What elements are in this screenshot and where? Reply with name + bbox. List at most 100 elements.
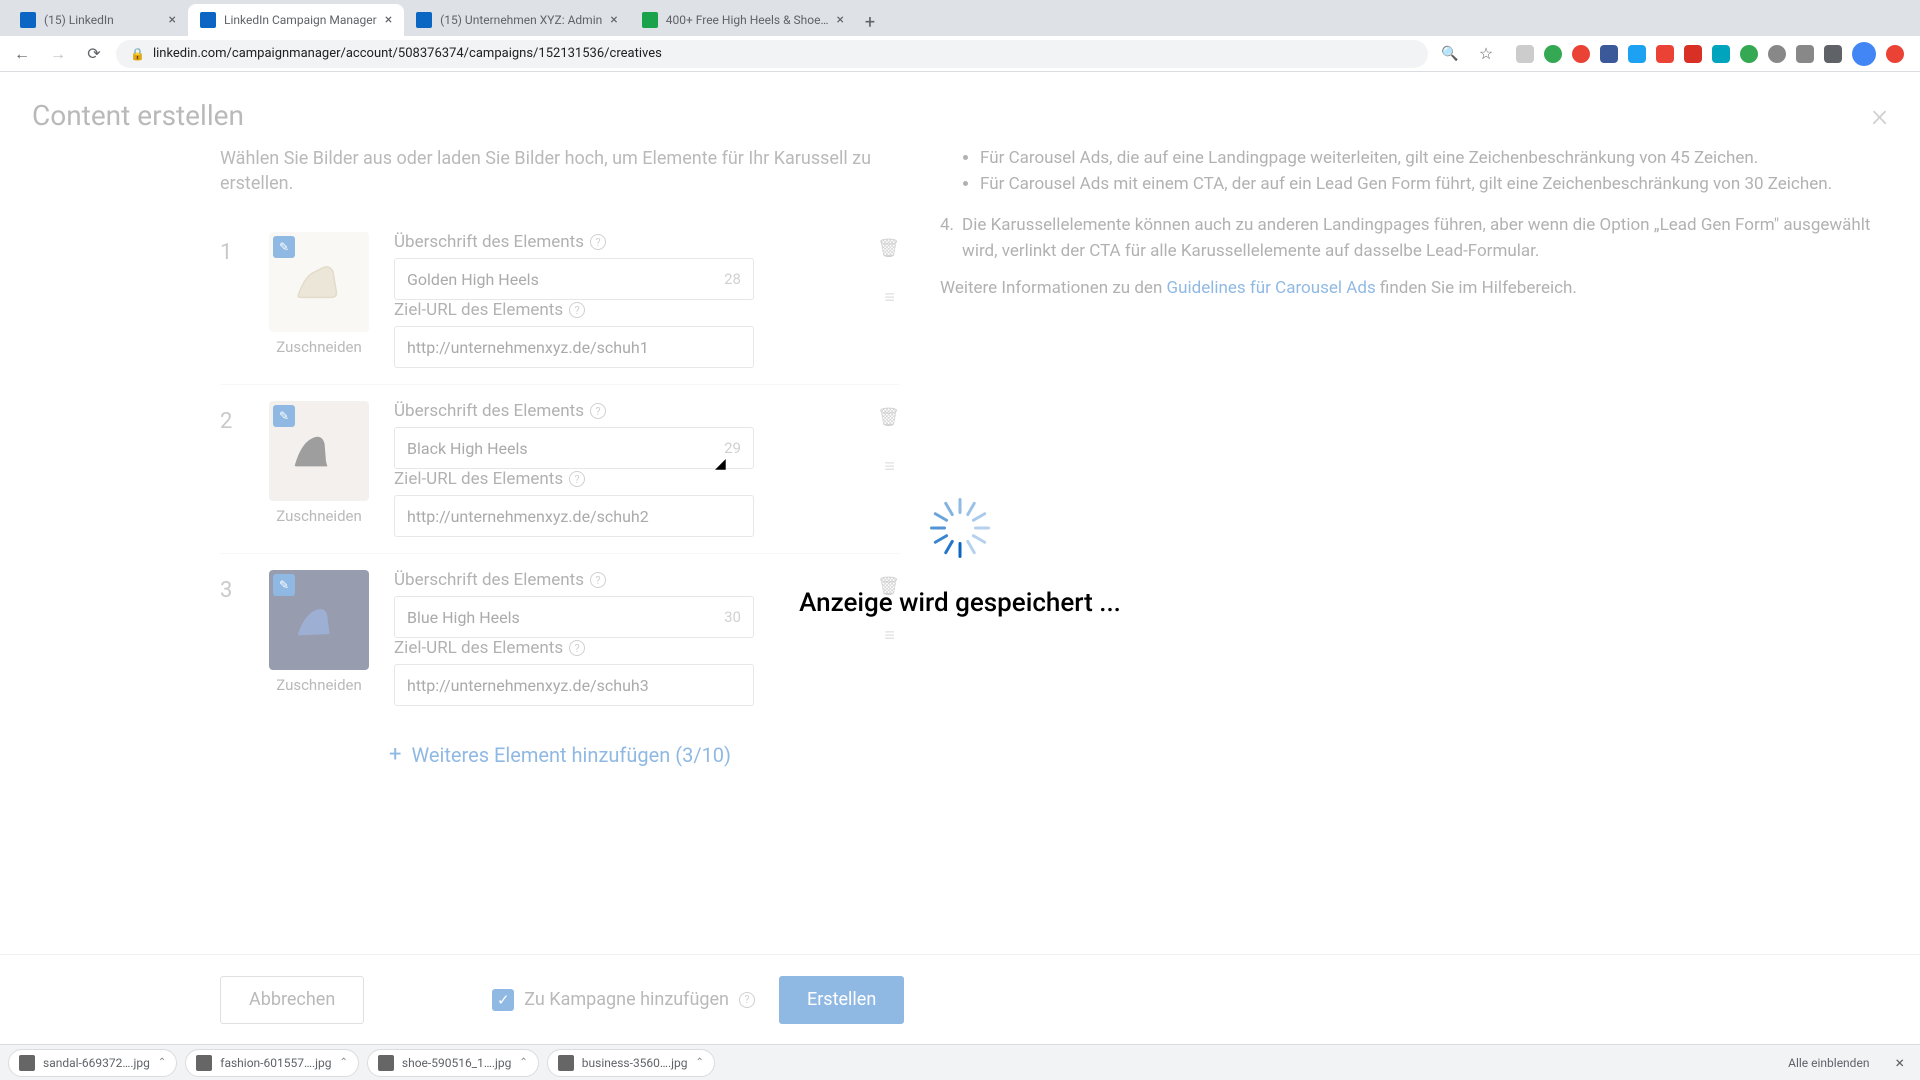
chevron-up-icon[interactable]: ⌃ <box>340 1057 348 1068</box>
linkedin-icon <box>416 12 432 28</box>
tab-title: (15) LinkedIn <box>44 13 161 27</box>
help-icon[interactable]: ? <box>590 234 606 250</box>
drag-handle-icon[interactable]: ≡ <box>884 456 893 477</box>
close-icon[interactable]: × <box>1871 96 1888 134</box>
add-element-button[interactable]: + Weiteres Element hinzufügen (3/10) <box>220 722 900 787</box>
browser-tab[interactable]: LinkedIn Campaign Manager × <box>188 4 404 36</box>
chevron-up-icon[interactable]: ⌃ <box>158 1057 166 1068</box>
new-tab-button[interactable]: + <box>856 8 884 36</box>
extension-icon[interactable] <box>1740 45 1758 63</box>
extension-icon[interactable] <box>1712 45 1730 63</box>
item-number: 3 <box>220 570 244 603</box>
edit-icon[interactable]: ✎ <box>273 574 295 596</box>
create-button[interactable]: Erstellen <box>779 976 904 1024</box>
extension-icon[interactable] <box>1684 45 1702 63</box>
forward-icon[interactable]: → <box>44 40 72 68</box>
extension-icon[interactable] <box>1824 45 1842 63</box>
linkedin-icon <box>200 12 216 28</box>
download-item[interactable]: sandal-669372….jpg⌃ <box>8 1049 177 1077</box>
close-icon[interactable]: × <box>385 12 392 28</box>
url-input[interactable]: http://unternehmenxyz.de/schuh3 <box>394 664 754 706</box>
headline-input[interactable]: Golden High Heels28 <box>394 258 754 300</box>
help-icon[interactable]: ? <box>569 471 585 487</box>
carousel-item: 1 ✎ Zuschneiden Überschrift des Elements… <box>220 216 900 385</box>
file-icon <box>19 1055 35 1071</box>
guidelines-link[interactable]: Guidelines für Carousel Ads <box>1167 278 1376 298</box>
url-label: Ziel-URL des Elements? <box>394 469 857 489</box>
crop-link[interactable]: Zuschneiden <box>276 507 362 525</box>
extension-icon[interactable] <box>1768 45 1786 63</box>
extension-icon[interactable] <box>1886 45 1904 63</box>
help-text: finden Sie im Hilfebereich. <box>1376 278 1577 298</box>
back-icon[interactable]: ← <box>8 40 36 68</box>
url-text: linkedin.com/campaignmanager/account/508… <box>153 46 662 61</box>
help-bullet: Für Carousel Ads, die auf eine Landingpa… <box>980 146 1888 172</box>
close-icon[interactable]: × <box>610 12 617 28</box>
extension-icon[interactable] <box>1628 45 1646 63</box>
help-icon[interactable]: ? <box>590 572 606 588</box>
url-field[interactable]: 🔒 linkedin.com/campaignmanager/account/5… <box>116 40 1428 68</box>
help-icon[interactable]: ? <box>569 640 585 656</box>
help-text: Weitere Informationen zu den <box>940 278 1167 298</box>
char-count: 29 <box>724 439 741 457</box>
download-item[interactable]: fashion-601557….jpg⌃ <box>185 1049 359 1077</box>
image-thumbnail[interactable]: ✎ <box>269 570 369 670</box>
modal-footer: Abbrechen ✓ Zu Kampagne hinzufügen ? Ers… <box>0 954 1920 1044</box>
extension-icon[interactable] <box>1796 45 1814 63</box>
reload-icon[interactable]: ⟳ <box>80 40 108 68</box>
drag-handle-icon[interactable]: ≡ <box>884 287 893 308</box>
browser-tab[interactable]: (15) LinkedIn × <box>8 4 188 36</box>
headline-input[interactable]: Blue High Heels30 <box>394 596 754 638</box>
image-thumbnail[interactable]: ✎ <box>269 232 369 332</box>
close-icon[interactable]: × <box>1887 1053 1912 1072</box>
close-icon[interactable]: × <box>169 12 176 28</box>
plus-icon: + <box>389 742 401 767</box>
close-icon[interactable]: × <box>836 12 843 28</box>
chevron-up-icon[interactable]: ⌃ <box>695 1057 703 1068</box>
help-text: Die Karussellelemente können auch zu and… <box>962 213 1888 264</box>
headline-label: Überschrift des Elements? <box>394 401 857 421</box>
shoe-icon <box>284 585 354 655</box>
char-count: 28 <box>724 270 741 288</box>
url-input[interactable]: http://unternehmenxyz.de/schuh1 <box>394 326 754 368</box>
delete-icon[interactable]: 🗑 <box>877 238 900 259</box>
help-icon[interactable]: ? <box>569 302 585 318</box>
add-to-campaign-checkbox[interactable]: ✓ Zu Kampagne hinzufügen ? <box>492 989 755 1011</box>
item-number: 1 <box>220 232 244 265</box>
help-icon[interactable]: ? <box>739 992 755 1008</box>
headline-label: Überschrift des Elements? <box>394 570 857 590</box>
browser-tab[interactable]: 400+ Free High Heels & Shoe… × <box>630 4 856 36</box>
crop-link[interactable]: Zuschneiden <box>276 338 362 356</box>
crop-link[interactable]: Zuschneiden <box>276 676 362 694</box>
file-icon <box>558 1055 574 1071</box>
browser-tab[interactable]: (15) Unternehmen XYZ: Admin × <box>404 4 630 36</box>
url-input[interactable]: http://unternehmenxyz.de/schuh2 <box>394 495 754 537</box>
delete-icon[interactable]: 🗑 <box>877 576 900 597</box>
shoe-icon <box>284 416 354 486</box>
download-item[interactable]: shoe-590516_1….jpg⌃ <box>367 1049 539 1077</box>
extension-icon[interactable] <box>1600 45 1618 63</box>
delete-icon[interactable]: 🗑 <box>877 407 900 428</box>
star-icon[interactable]: ☆ <box>1472 40 1500 68</box>
chevron-up-icon[interactable]: ⌃ <box>519 1057 527 1068</box>
drag-handle-icon[interactable]: ≡ <box>884 625 893 646</box>
zoom-icon[interactable]: 🔍 <box>1436 40 1464 68</box>
carousel-item: 2 ✎ Zuschneiden Überschrift des Elements… <box>220 385 900 554</box>
url-label: Ziel-URL des Elements? <box>394 300 857 320</box>
cancel-button[interactable]: Abbrechen <box>220 976 364 1024</box>
extension-icon[interactable] <box>1656 45 1674 63</box>
extension-icons <box>1508 42 1912 66</box>
help-icon[interactable]: ? <box>590 403 606 419</box>
file-icon <box>196 1055 212 1071</box>
help-bullet: Für Carousel Ads mit einem CTA, der auf … <box>980 172 1888 198</box>
profile-avatar[interactable] <box>1852 42 1876 66</box>
edit-icon[interactable]: ✎ <box>273 236 295 258</box>
edit-icon[interactable]: ✎ <box>273 405 295 427</box>
show-all-downloads[interactable]: Alle einblenden <box>1778 1056 1879 1070</box>
extension-icon[interactable] <box>1516 45 1534 63</box>
image-thumbnail[interactable]: ✎ <box>269 401 369 501</box>
download-item[interactable]: business-3560….jpg⌃ <box>547 1049 715 1077</box>
extension-icon[interactable] <box>1544 45 1562 63</box>
extension-icon[interactable] <box>1572 45 1590 63</box>
headline-input[interactable]: Black High Heels29 <box>394 427 754 469</box>
